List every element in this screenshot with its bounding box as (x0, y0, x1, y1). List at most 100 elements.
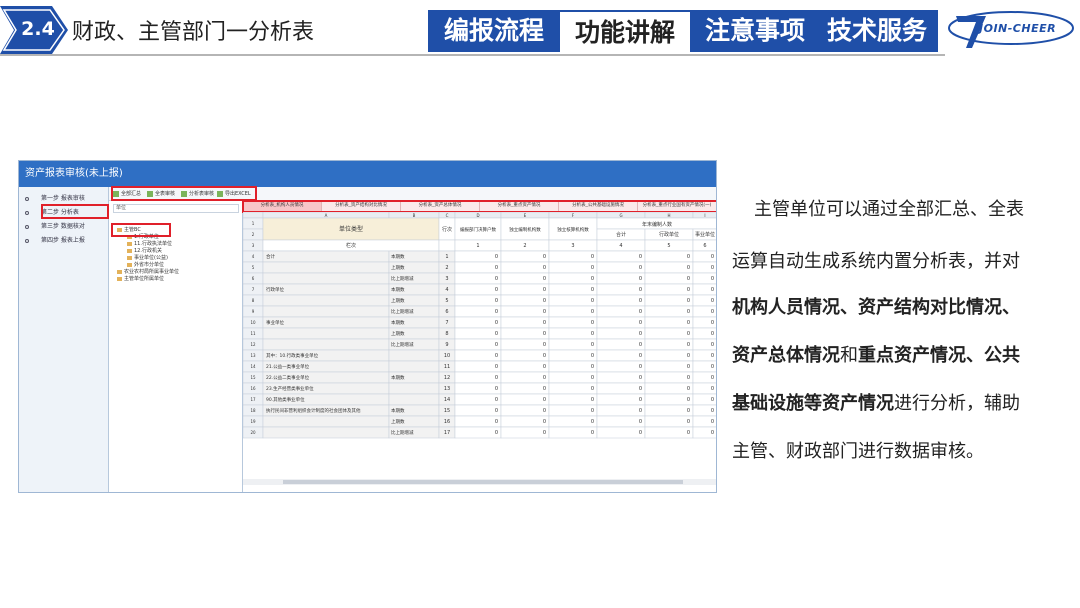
data-value: 0 (687, 364, 690, 370)
data-cell (548, 382, 598, 395)
highlight-step-2 (41, 204, 109, 219)
sub-label-cell (388, 360, 440, 373)
section-number: 2.4 (21, 18, 55, 40)
tree-item[interactable]: 农业农村局所属事业单位 (117, 269, 179, 276)
data-cell (596, 327, 646, 340)
line-number: 8 (445, 331, 448, 337)
data-cell (644, 393, 694, 406)
header-text: 行次 (442, 226, 452, 233)
row-number: 10 (250, 320, 256, 325)
nav-item-tech-service[interactable]: 技术服务 (818, 10, 936, 52)
horizontal-scrollbar[interactable] (243, 479, 716, 485)
data-value: 0 (495, 419, 498, 425)
step-3[interactable]: 第三步 数据核对 (25, 221, 105, 233)
data-value: 0 (543, 375, 546, 381)
data-value: 0 (639, 386, 642, 392)
data-value: 0 (543, 353, 546, 359)
sub-label-cell (388, 382, 440, 395)
row-number: 11 (250, 331, 256, 336)
data-value: 0 (711, 320, 714, 326)
data-value: 0 (591, 353, 594, 359)
data-cell (644, 404, 694, 417)
folder-icon (127, 262, 132, 267)
header-text: 年末编制人数 (642, 221, 672, 228)
row-sub-label: 上期数 (391, 264, 405, 271)
step-dot-icon (25, 196, 29, 201)
data-value: 0 (639, 375, 642, 381)
window-title: 资产报表审核(未上报) (19, 161, 716, 187)
data-cell (596, 261, 646, 274)
data-value: 0 (591, 386, 594, 392)
data-cell (596, 393, 646, 406)
data-value: 0 (687, 353, 690, 359)
line-number: 13 (444, 386, 450, 392)
line-number: 9 (445, 342, 448, 348)
data-value: 0 (543, 287, 546, 293)
data-cell (500, 382, 550, 395)
row-label: 执行民间非营利组织会计制度的社会团体及其他 (266, 407, 361, 414)
nav-item-features[interactable]: 功能讲解 (560, 10, 690, 52)
line-number: 7 (445, 320, 448, 326)
data-value: 0 (711, 386, 714, 392)
data-cell (644, 305, 694, 318)
data-value: 0 (711, 353, 714, 359)
data-cell (548, 272, 598, 285)
tree-item[interactable]: 事业单位(公益) (127, 255, 168, 262)
nav-item-process[interactable]: 编报流程 (432, 10, 556, 52)
data-cell (548, 371, 598, 384)
row-number: 16 (250, 386, 256, 391)
data-value: 0 (543, 342, 546, 348)
data-value: 0 (495, 364, 498, 370)
data-value: 0 (639, 353, 642, 359)
data-cell (548, 393, 598, 406)
data-cell (500, 371, 550, 384)
tree-item[interactable]: 主管单位所属单位 (117, 276, 164, 283)
tree-item[interactable]: 12.行政机关 (127, 248, 162, 255)
row-number: 14 (250, 364, 256, 369)
sub-label-cell (388, 393, 440, 406)
label-cell (262, 415, 390, 428)
data-value: 0 (639, 287, 642, 293)
data-value: 0 (543, 430, 546, 436)
description-line: 主管、财政部门进行数据审核。 (732, 440, 984, 464)
row-number: 6 (252, 276, 255, 281)
data-value: 0 (543, 309, 546, 315)
nav-item-notes[interactable]: 注意事项 (694, 10, 816, 52)
data-value: 0 (543, 408, 546, 414)
step-4[interactable]: 第四步 报表上报 (25, 235, 105, 247)
row-sub-label: 本期数 (391, 253, 405, 260)
data-cell (500, 261, 550, 274)
data-value: 0 (495, 430, 498, 436)
step-panel: 第一步 报表审核 第二步 分析表 第三步 数据核对 第四步 报表上报 (19, 187, 109, 492)
data-cell (548, 305, 598, 318)
scroll-thumb[interactable] (283, 480, 683, 484)
row-label: 22.公益二类事业单位 (266, 374, 310, 381)
slide-header: 2.4 财政、主管部门一分析表 编报流程 功能讲解 注意事项 技术服务 JOIN… (0, 0, 1080, 64)
row-number: 12 (250, 342, 256, 347)
app-window-screenshot: 资产报表审核(未上报) 第一步 报表审核 第二步 分析表 第三步 数据核对 第四… (18, 160, 717, 493)
data-value: 0 (687, 386, 690, 392)
data-value: 0 (639, 265, 642, 271)
header-text: 编报部门决算户数 (460, 226, 496, 233)
data-value: 0 (711, 309, 714, 315)
data-cell (596, 283, 646, 296)
data-cell (500, 338, 550, 351)
data-value: 0 (639, 320, 642, 326)
data-cell (644, 349, 694, 362)
row-number: 5 (252, 265, 255, 270)
tree-search-input[interactable]: 单位 (113, 204, 239, 213)
row-number: 18 (250, 408, 256, 413)
data-value: 0 (687, 397, 690, 403)
header-text: 行政单位 (659, 231, 679, 238)
data-value: 0 (687, 265, 690, 271)
data-value: 0 (543, 298, 546, 304)
tree-item[interactable]: 外省市分单位 (127, 262, 164, 269)
header-text: 合计 (616, 231, 626, 238)
data-cell (644, 360, 694, 373)
data-value: 0 (543, 386, 546, 392)
data-value: 0 (711, 287, 714, 293)
folder-icon (127, 241, 132, 246)
analysis-table: A B C D E F G H I12单位类型 行次 编报部门决算户数 独立编制机构数 独立核算机构数年… (243, 212, 716, 439)
data-value: 0 (591, 364, 594, 370)
tree-item[interactable]: 11.行政执法单位 (127, 241, 172, 248)
